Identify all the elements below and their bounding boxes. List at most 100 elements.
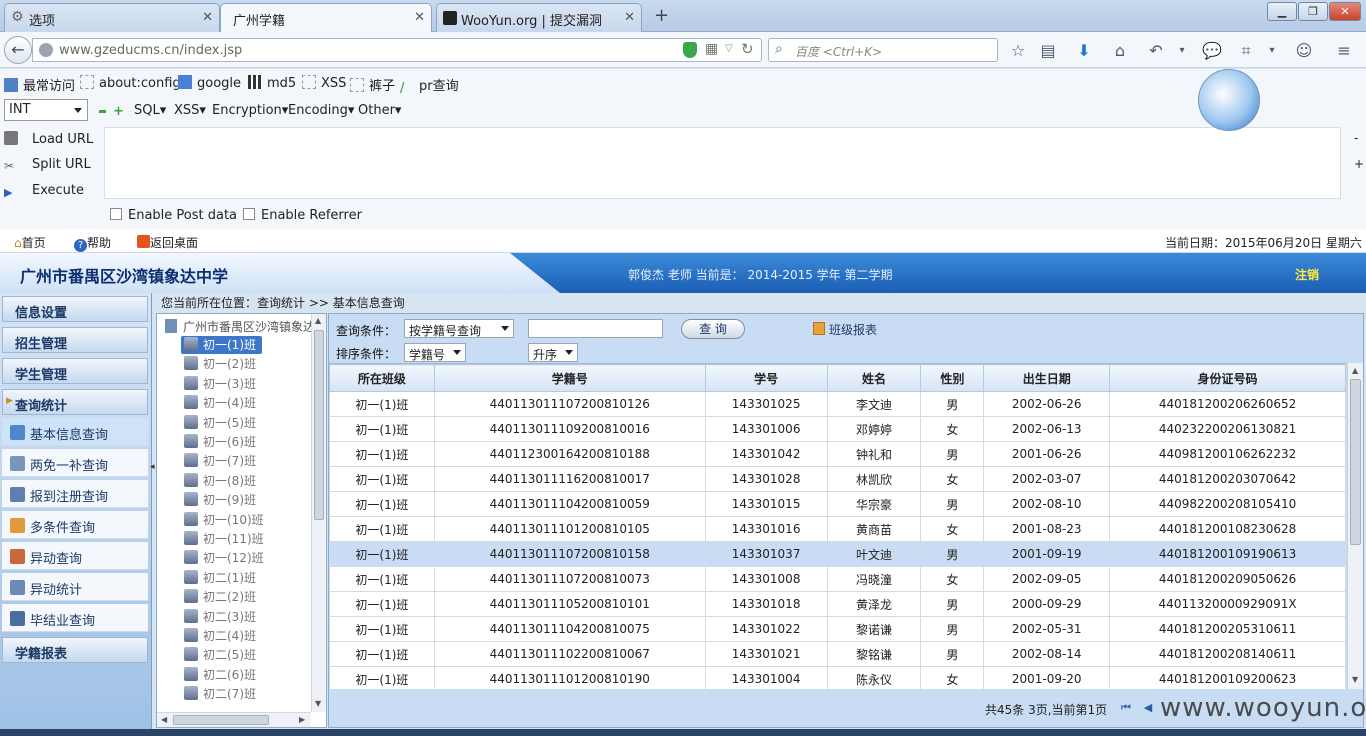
enable-post-checkbox[interactable]: Enable Post data (110, 208, 237, 223)
collapse-arrow-icon[interactable]: ◂ (150, 462, 155, 472)
type-select[interactable]: INT (4, 99, 88, 121)
col-birth-date[interactable]: 出生日期 (983, 364, 1111, 392)
query-input[interactable] (528, 319, 663, 338)
menu-section-info-settings[interactable]: 信息设置 (2, 296, 148, 322)
bookmark-md5[interactable]: md5 (248, 75, 296, 91)
table-row[interactable]: 初一(1)班 440113011107200810073 143301008 冯晓潼女… (329, 566, 1346, 592)
tab-options[interactable]: ⚙ 选项 ✕ (4, 3, 220, 32)
tree-node-class[interactable]: 初一(6)班 (181, 433, 256, 451)
dropdown-arrow-icon[interactable]: ▾ (1262, 41, 1282, 61)
col-student-no[interactable]: 学号 (704, 364, 828, 392)
table-row[interactable]: 初一(1)班 440112300164200810188 143301042 钟礼和男… (329, 441, 1346, 467)
expand-button[interactable]: + (1354, 157, 1364, 171)
window-close-button[interactable]: ✕ (1329, 2, 1361, 21)
home-link[interactable]: ⌂首页 (14, 234, 46, 251)
logout-link[interactable]: 注销 (1295, 266, 1319, 283)
sort-order-select[interactable]: 升序 (528, 343, 578, 362)
scroll-up-icon[interactable]: ▲ (315, 316, 321, 325)
maximize-button[interactable]: ❐ (1298, 2, 1328, 21)
help-link[interactable]: ? 帮助 (74, 234, 111, 252)
table-vertical-scrollbar[interactable]: ▲ ▼ (1347, 363, 1363, 689)
tree-node-class[interactable]: 初一(3)班 (181, 375, 256, 393)
table-row[interactable]: 初一(1)班 440113011105200810101 143301018 黄泽龙男… (329, 591, 1346, 617)
scroll-left-icon[interactable]: ◀ (161, 715, 167, 724)
bookmark-kuzi[interactable]: 裤子 (350, 75, 395, 94)
execute-button[interactable]: ▶ Execute (4, 183, 84, 200)
tree-node-class[interactable]: 初一(1)班 (181, 336, 262, 354)
tree-node-class[interactable]: 初一(5)班 (181, 414, 256, 432)
load-url-button[interactable]: Load URL (4, 131, 93, 147)
first-page-icon[interactable]: ⏮ (1119, 701, 1133, 715)
query-button[interactable]: 查 询 (681, 319, 745, 339)
menu-item-change-query[interactable]: 异动查询 (2, 542, 148, 570)
table-row[interactable]: 初一(1)班 440113011101200810190 143301004 陈永仪女… (329, 666, 1346, 689)
bookmark-about-config[interactable]: about:config (80, 75, 181, 91)
tree-node-class[interactable]: 初二(6)班 (181, 666, 256, 684)
shrink-button[interactable]: - (1354, 131, 1358, 145)
col-student-reg-no[interactable]: 学籍号 (433, 364, 706, 392)
query-condition-select[interactable]: 按学籍号查询 (404, 319, 514, 338)
url-bar[interactable]: www.gzeducms.cn/index.jsp ▦ ▽ ↻ (32, 38, 762, 62)
tree-node-class[interactable]: 初一(4)班 (181, 394, 256, 412)
tree-node-class[interactable]: 初二(1)班 (181, 569, 256, 587)
shield-icon[interactable] (683, 42, 697, 58)
checkbox[interactable] (243, 208, 255, 220)
sql-menu[interactable]: SQL▾ (134, 103, 166, 118)
bookmarks-list-icon[interactable]: ▤ (1038, 41, 1058, 61)
bookmark-most-visited[interactable]: 最常访问 (4, 75, 75, 94)
plus-icon[interactable]: + (113, 104, 124, 119)
download-icon[interactable]: ⬇ (1074, 41, 1094, 61)
sort-field-select[interactable]: 学籍号 (404, 343, 466, 362)
tree-node-class[interactable]: 初一(9)班 (181, 491, 256, 509)
enable-referrer-checkbox[interactable]: Enable Referrer (243, 208, 362, 223)
xss-menu[interactable]: XSS▾ (174, 103, 206, 118)
qrcode-icon[interactable]: ▦ (705, 41, 718, 57)
scroll-down-icon[interactable]: ▼ (1352, 675, 1358, 684)
dropdown-arrow-icon[interactable]: ▾ (1172, 41, 1192, 61)
menu-item-multi-condition[interactable]: 多条件查询 (2, 511, 148, 539)
back-button[interactable]: ← (4, 36, 32, 64)
table-row[interactable]: 初一(1)班 440113011109200810016 143301006 邓婷婷女… (329, 416, 1346, 442)
table-row[interactable]: 初一(1)班 440113011104200810059 143301015 华宗豪男… (329, 491, 1346, 517)
reload-icon[interactable]: ↻ (741, 40, 754, 58)
other-menu[interactable]: Other▾ (358, 103, 401, 118)
tree-node-class[interactable]: 初一(8)班 (181, 472, 256, 490)
tree-node-class[interactable]: 初二(2)班 (181, 588, 256, 606)
tree-root[interactable]: 广州市番禺区沙湾镇象达 (165, 318, 315, 335)
menu-item-graduation[interactable]: 毕结业查询 (2, 604, 148, 632)
tree-node-class[interactable]: 初二(5)班 (181, 646, 256, 664)
scroll-down-icon[interactable]: ▼ (315, 699, 321, 708)
back-desktop-link[interactable]: 返回桌面 (137, 234, 198, 251)
minimize-button[interactable]: ▁ (1267, 2, 1297, 21)
table-row[interactable]: 初一(1)班 440113011116200810017 143301028 林凯欣女… (329, 466, 1346, 492)
scroll-up-icon[interactable]: ▲ (1352, 366, 1358, 375)
menu-icon[interactable]: ≡ (1334, 41, 1354, 61)
tree-horizontal-scrollbar[interactable]: ◀ ▶ (157, 712, 311, 727)
url-textarea[interactable] (104, 127, 1341, 199)
dropdown-arrow-icon[interactable]: ▽ (725, 43, 733, 54)
tab-wooyun[interactable]: WooYun.org | 提交漏洞 ✕ (436, 3, 642, 32)
tree-node-class[interactable]: 初一(2)班 (181, 355, 256, 373)
table-row[interactable]: 初一(1)班 440113011107200810158 143301037 叶文迪男… (329, 541, 1346, 567)
crop-icon[interactable]: ⌗ (1236, 41, 1256, 61)
tree-node-class[interactable]: 初一(12)班 (181, 549, 264, 567)
class-report-link[interactable]: 班级报表 (813, 321, 877, 338)
scroll-thumb[interactable] (314, 330, 324, 520)
scroll-thumb[interactable] (173, 715, 269, 725)
menu-item-two-exemptions[interactable]: 两免一补查询 (2, 449, 148, 477)
tree-node-class[interactable]: 初一(10)班 (181, 511, 264, 529)
tree-node-class[interactable]: 初一(7)班 (181, 452, 256, 470)
smiley-icon[interactable]: ☺ (1294, 41, 1314, 61)
encryption-menu[interactable]: Encryption▾ (212, 103, 288, 118)
menu-item-basic-info-query[interactable]: 基本信息查询 (2, 418, 148, 446)
col-class[interactable]: 所在班级 (329, 364, 435, 392)
undo-icon[interactable]: ↶ (1146, 41, 1166, 61)
bookmark-pr[interactable]: / pr查询 (400, 75, 459, 96)
tree-node-class[interactable]: 初二(4)班 (181, 627, 256, 645)
menu-item-change-stats[interactable]: 异动统计 (2, 573, 148, 601)
menu-item-registration[interactable]: 报到注册查询 (2, 480, 148, 508)
table-row[interactable]: 初一(1)班 440113011104200810075 143301022 黎诺谦男… (329, 616, 1346, 642)
checkbox[interactable] (110, 208, 122, 220)
bookmark-xss[interactable]: XSS (302, 75, 346, 91)
tab-gz-xueji[interactable]: 广州学籍 ✕ (220, 3, 432, 33)
